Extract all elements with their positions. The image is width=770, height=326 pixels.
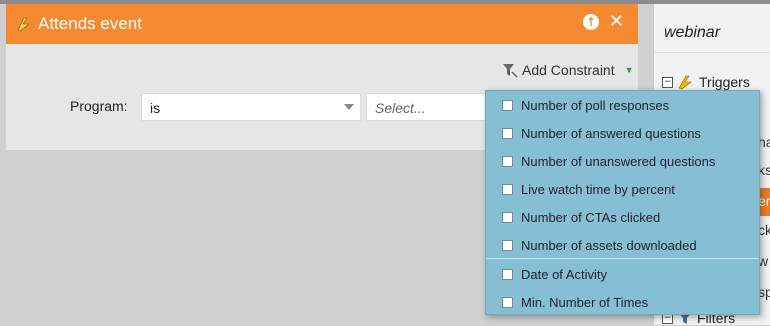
constraint-option[interactable]: Number of answered questions xyxy=(502,126,701,141)
constraint-option[interactable]: Number of CTAs clicked xyxy=(502,210,660,225)
constraint-option[interactable]: Number of assets downloaded xyxy=(502,238,697,253)
constraint-option[interactable]: Live watch time by percent xyxy=(502,182,675,197)
close-icon[interactable]: ✕ xyxy=(609,13,624,31)
checkbox[interactable] xyxy=(502,128,513,139)
add-constraint-label: Add Constraint xyxy=(522,62,615,78)
constraint-option-label: Date of Activity xyxy=(521,267,607,282)
triggers-label: Triggers xyxy=(699,74,750,90)
constraint-option[interactable]: Number of poll responses xyxy=(502,98,669,113)
funnel-icon xyxy=(503,64,518,78)
checkbox[interactable] xyxy=(502,269,513,280)
search-text[interactable]: webinar xyxy=(654,4,770,53)
program-value-placeholder: Select... xyxy=(375,100,426,116)
constraint-option-label: Number of poll responses xyxy=(521,98,670,113)
checkbox[interactable] xyxy=(502,184,513,195)
collapse-icon[interactable]: − xyxy=(662,76,673,88)
dropdown-arrow-icon[interactable]: ▼ xyxy=(625,65,634,75)
add-constraint-button[interactable]: Add Constraint ▼ xyxy=(502,62,634,78)
checkbox[interactable] xyxy=(502,212,513,223)
lightning-icon xyxy=(678,75,692,90)
lightning-icon xyxy=(17,17,30,32)
constraint-option-label: Live watch time by percent xyxy=(521,182,675,197)
constraint-menu: Number of poll responses Number of answe… xyxy=(485,90,760,315)
checkbox[interactable] xyxy=(502,240,513,251)
checkbox[interactable] xyxy=(502,297,513,308)
constraint-option[interactable]: Date of Activity xyxy=(502,267,607,282)
operator-value: is xyxy=(150,100,161,116)
tree-item-triggers[interactable]: − Triggers xyxy=(662,74,750,90)
constraint-option-label: Number of assets downloaded xyxy=(521,238,697,253)
checkbox[interactable] xyxy=(502,100,513,111)
constraint-option[interactable]: Min. Number of Times xyxy=(502,295,648,310)
constraint-option-label: Min. Number of Times xyxy=(521,295,649,310)
constraint-option-label: Number of CTAs clicked xyxy=(521,210,661,225)
constraint-option-label: Number of answered questions xyxy=(521,126,701,141)
chevron-down-icon[interactable] xyxy=(344,104,354,110)
constraint-option-label: Number of unanswered questions xyxy=(521,154,716,169)
checkbox[interactable] xyxy=(502,156,513,167)
menu-divider xyxy=(486,258,759,259)
dialog-title: Attends event xyxy=(38,14,142,33)
program-label: Program: xyxy=(70,98,128,114)
move-up-icon[interactable]: ↑ xyxy=(582,14,599,30)
dialog-title-bar: Attends event ↑ ✕ xyxy=(6,4,638,44)
constraint-option[interactable]: Number of unanswered questions xyxy=(502,154,715,169)
operator-select[interactable]: is xyxy=(141,93,361,121)
